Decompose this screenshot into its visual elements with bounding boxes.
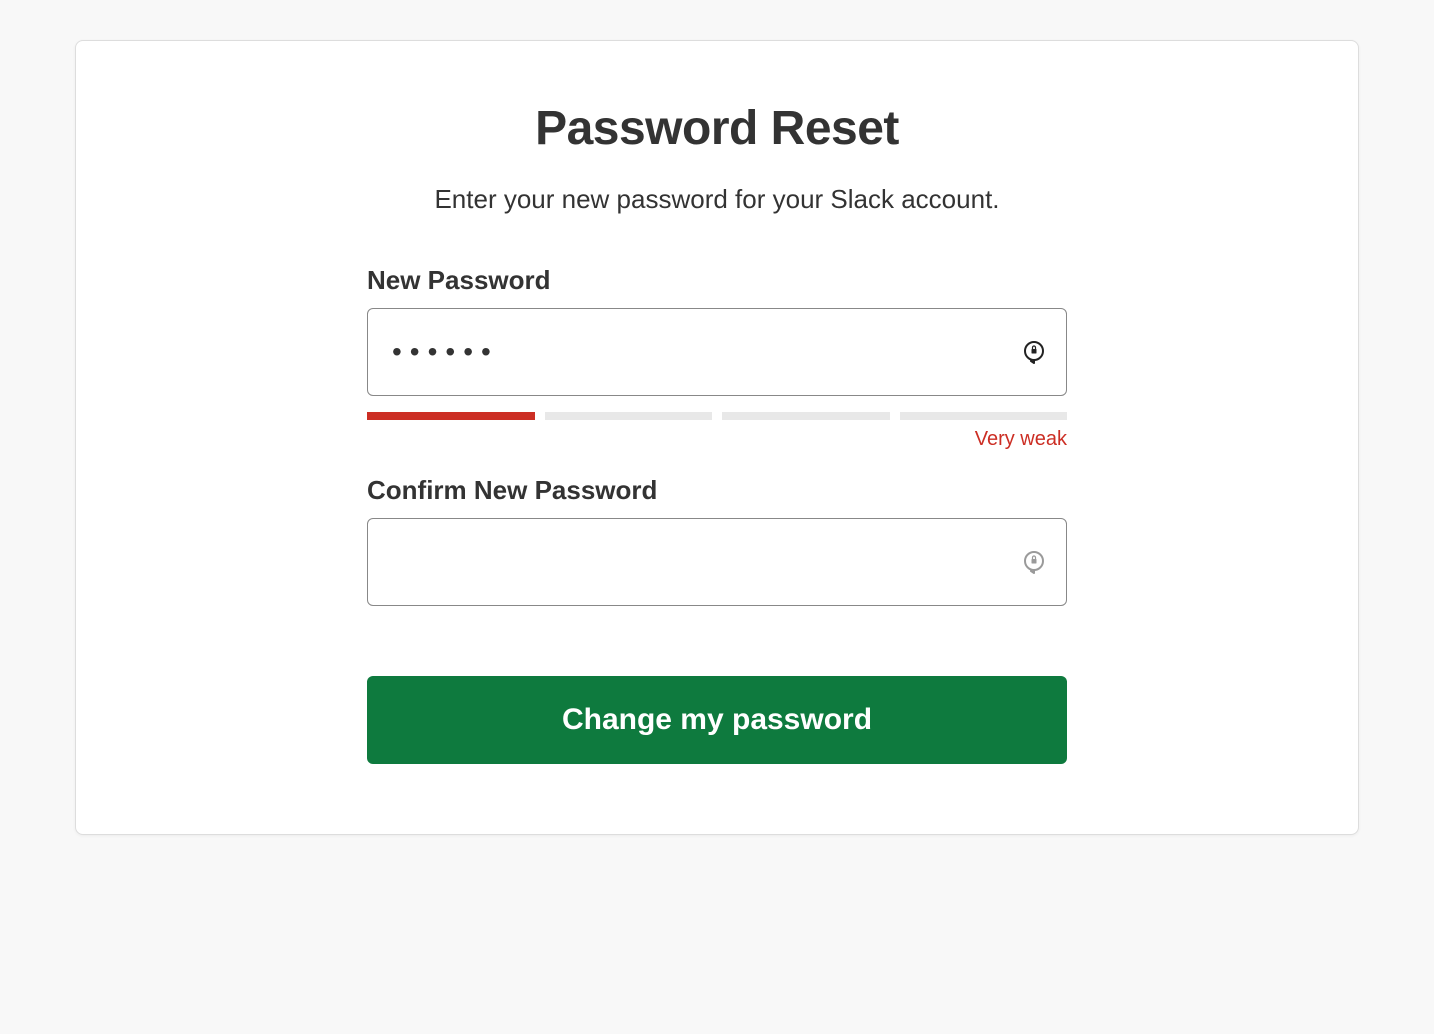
strength-meter — [367, 412, 1067, 420]
card-content: Password Reset Enter your new password f… — [367, 101, 1067, 764]
new-password-wrapper — [367, 308, 1067, 396]
page-title: Password Reset — [367, 101, 1067, 156]
confirm-password-section: Confirm New Password — [367, 475, 1067, 606]
confirm-password-wrapper — [367, 518, 1067, 606]
new-password-section: New Password Ve — [367, 265, 1067, 451]
strength-label: Very weak — [367, 428, 1067, 451]
new-password-input[interactable] — [367, 308, 1067, 396]
password-manager-icon[interactable] — [1021, 339, 1047, 365]
strength-bar-1 — [367, 412, 535, 420]
strength-bar-3 — [722, 412, 890, 420]
confirm-password-input[interactable] — [367, 518, 1067, 606]
confirm-password-label: Confirm New Password — [367, 475, 1067, 506]
password-manager-icon[interactable] — [1021, 549, 1047, 575]
strength-bar-4 — [900, 412, 1068, 420]
new-password-label: New Password — [367, 265, 1067, 296]
change-password-button[interactable]: Change my password — [367, 676, 1067, 764]
page-subtitle: Enter your new password for your Slack a… — [367, 184, 1067, 215]
password-reset-card: Password Reset Enter your new password f… — [75, 40, 1359, 835]
strength-bar-2 — [545, 412, 713, 420]
